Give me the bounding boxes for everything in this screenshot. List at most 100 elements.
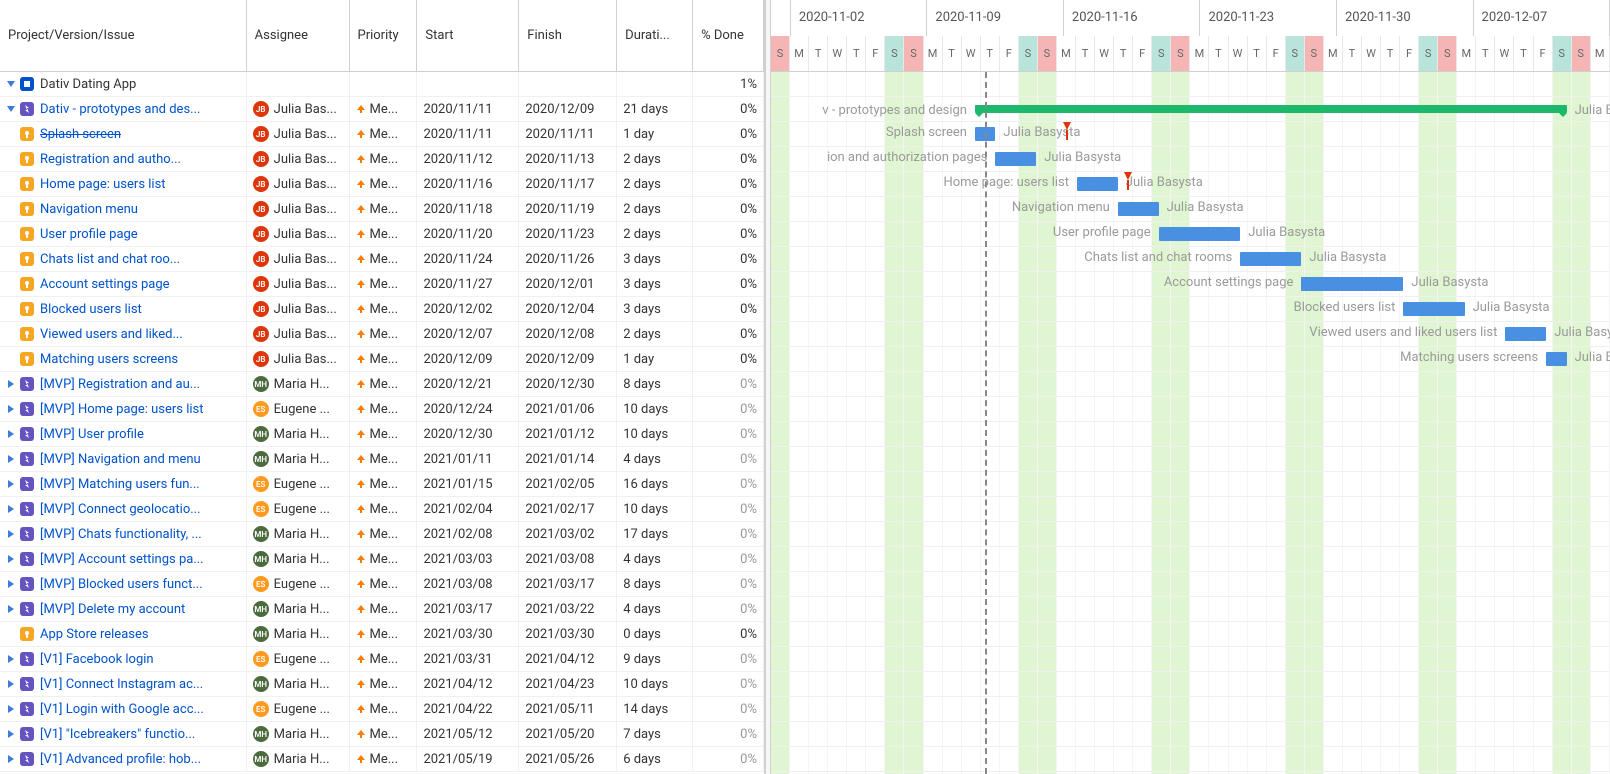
timeline-row[interactable] [771, 447, 1610, 472]
grid-row[interactable]: User profile page JBJulia Bas... Me... 2… [0, 222, 764, 247]
issue-title[interactable]: [MVP] Navigation and menu [40, 452, 201, 467]
tree-toggle-icon[interactable] [6, 654, 16, 664]
grid-row[interactable]: Registration and autho... JBJulia Bas...… [0, 147, 764, 172]
tree-toggle-icon[interactable] [6, 679, 16, 689]
issue-title[interactable]: Dativ Dating App [40, 77, 136, 92]
timeline-row[interactable]: Splash screenJulia Basysta [771, 122, 1610, 147]
issue-title[interactable]: User profile page [40, 227, 138, 242]
col-header-duration[interactable]: Durati... [617, 0, 693, 71]
timeline-row[interactable] [771, 722, 1610, 747]
tree-toggle-icon[interactable] [6, 604, 16, 614]
issue-title[interactable]: Registration and autho... [40, 152, 181, 167]
issue-title[interactable]: [MVP] Registration and au... [40, 377, 200, 392]
issue-title[interactable]: Dativ - prototypes and des... [40, 102, 200, 117]
issue-title[interactable]: [MVP] Chats functionality, ... [40, 527, 202, 542]
issue-title[interactable]: Account settings page [40, 277, 170, 292]
grid-row[interactable]: [MVP] Registration and au... MHMaria H..… [0, 372, 764, 397]
gantt-summary-bar[interactable]: v - prototypes and designJulia Basysta [975, 105, 1567, 113]
timeline-row[interactable] [771, 497, 1610, 522]
issue-title[interactable]: Viewed users and liked... [40, 327, 183, 342]
timeline-body[interactable]: v - prototypes and designJulia Basysta Sp… [771, 72, 1610, 774]
issue-title[interactable]: Navigation menu [40, 202, 138, 217]
issue-title[interactable]: [V1] Advanced profile: hob... [40, 752, 201, 767]
timeline-row[interactable] [771, 647, 1610, 672]
timeline-row[interactable] [771, 472, 1610, 497]
timeline-row[interactable]: [MVP] Registration [771, 372, 1610, 397]
tree-toggle-icon[interactable] [6, 579, 16, 589]
timeline-row[interactable] [771, 697, 1610, 722]
timeline-row[interactable] [771, 597, 1610, 622]
grid-row[interactable]: Splash screen JBJulia Bas... Me... 2020/… [0, 122, 764, 147]
grid-row[interactable]: [MVP] Matching users fun... ESEugene ...… [0, 472, 764, 497]
timeline-week-cell[interactable]: 2020-11-02 [791, 0, 928, 36]
timeline-week-cell[interactable]: 2020-11-16 [1064, 0, 1201, 36]
grid-row[interactable]: [MVP] Chats functionality, ... MHMaria H… [0, 522, 764, 547]
timeline-week-cell[interactable]: 2020-11-23 [1200, 0, 1337, 36]
issue-title[interactable]: [MVP] Account settings pa... [40, 552, 204, 567]
col-header-priority[interactable]: Priority [350, 0, 418, 71]
issue-title[interactable]: Splash screen [40, 127, 121, 142]
timeline-row[interactable]: Account settings pageJulia Basysta [771, 272, 1610, 297]
tree-toggle-icon[interactable] [6, 429, 16, 439]
timeline-row[interactable]: User profile pageJulia Basysta [771, 222, 1610, 247]
issue-title[interactable]: [MVP] Connect geolocatio... [40, 502, 201, 517]
tree-toggle-icon[interactable] [6, 729, 16, 739]
gantt-task-bar[interactable]: Blocked users listJulia Basysta [1403, 302, 1464, 316]
grid-row[interactable]: Dativ Dating App 1% [0, 72, 764, 97]
tree-toggle-icon[interactable] [6, 379, 16, 389]
grid-row[interactable]: [MVP] Navigation and menu MHMaria H... M… [0, 447, 764, 472]
issue-title[interactable]: Chats list and chat roo... [40, 252, 180, 267]
timeline-row[interactable] [771, 572, 1610, 597]
timeline-row[interactable]: Home page: users listJulia Basysta [771, 172, 1610, 197]
issue-title[interactable]: [MVP] Blocked users funct... [40, 577, 203, 592]
timeline-row[interactable]: Viewed users and liked users listJulia B… [771, 322, 1610, 347]
grid-row[interactable]: [MVP] User profile MHMaria H... Me... 20… [0, 422, 764, 447]
gantt-task-bar[interactable]: Chats list and chat roomsJulia Basysta [1240, 252, 1301, 266]
grid-row[interactable]: [MVP] Home page: users list ESEugene ...… [0, 397, 764, 422]
tree-toggle-icon[interactable] [6, 754, 16, 764]
grid-row[interactable]: [MVP] Connect geolocatio... ESEugene ...… [0, 497, 764, 522]
timeline-row[interactable] [771, 747, 1610, 772]
issue-title[interactable]: [MVP] Home page: users list [40, 402, 203, 417]
tree-toggle-icon[interactable] [6, 554, 16, 564]
timeline-row[interactable] [771, 397, 1610, 422]
grid-row[interactable]: Dativ - prototypes and des... JBJulia Ba… [0, 97, 764, 122]
grid-row[interactable]: [V1] Advanced profile: hob... MHMaria H.… [0, 747, 764, 772]
gantt-task-bar[interactable]: ion and authorization pagesJulia Basysta [995, 152, 1036, 166]
grid-row[interactable]: Blocked users list JBJulia Bas... Me... … [0, 297, 764, 322]
tree-toggle-icon[interactable] [6, 454, 16, 464]
gantt-task-bar[interactable]: Navigation menuJulia Basysta [1118, 202, 1159, 216]
issue-title[interactable]: [V1] Login with Google acc... [40, 702, 204, 717]
grid-row[interactable]: [V1] Connect Instagram ac... MHMaria H..… [0, 672, 764, 697]
issue-title[interactable]: [V1] Connect Instagram ac... [40, 677, 203, 692]
tree-toggle-icon[interactable] [6, 504, 16, 514]
timeline-row[interactable] [771, 547, 1610, 572]
grid-body[interactable]: Dativ Dating App 1% Dativ - prototypes a… [0, 72, 764, 774]
grid-row[interactable]: [V1] Facebook login ESEugene ... Me... 2… [0, 647, 764, 672]
timeline-row[interactable] [771, 422, 1610, 447]
issue-title[interactable]: [MVP] Delete my account [40, 602, 185, 617]
tree-toggle-icon[interactable] [6, 404, 16, 414]
grid-row[interactable]: App Store releases MHMaria H... Me... 20… [0, 622, 764, 647]
tree-toggle-icon[interactable] [6, 704, 16, 714]
timeline-row[interactable]: Navigation menuJulia Basysta [771, 197, 1610, 222]
issue-title[interactable]: Home page: users list [40, 177, 166, 192]
gantt-task-bar[interactable]: User profile pageJulia Basysta [1159, 227, 1241, 241]
col-header-issue[interactable]: Project/Version/Issue [0, 0, 247, 71]
grid-row[interactable]: [V1] Login with Google acc... ESEugene .… [0, 697, 764, 722]
tree-toggle-icon[interactable] [6, 104, 16, 114]
grid-row[interactable]: Home page: users list JBJulia Bas... Me.… [0, 172, 764, 197]
issue-title[interactable]: [V1] "Icebreakers" functio... [40, 727, 195, 742]
col-header-start[interactable]: Start [417, 0, 519, 71]
col-header-finish[interactable]: Finish [519, 0, 617, 71]
issue-title[interactable]: [MVP] User profile [40, 427, 144, 442]
timeline-row[interactable] [771, 522, 1610, 547]
grid-row[interactable]: Viewed users and liked... JBJulia Bas...… [0, 322, 764, 347]
gantt-task-bar[interactable]: Account settings pageJulia Basysta [1301, 277, 1403, 291]
grid-row[interactable]: Matching users screens JBJulia Bas... Me… [0, 347, 764, 372]
grid-row[interactable]: [MVP] Blocked users funct... ESEugene ..… [0, 572, 764, 597]
issue-title[interactable]: [MVP] Matching users fun... [40, 477, 200, 492]
timeline-week-cell[interactable]: 2020-11-30 [1337, 0, 1474, 36]
timeline-row[interactable] [771, 72, 1610, 97]
gantt-task-bar[interactable]: Viewed users and liked users listJulia B… [1505, 327, 1546, 341]
